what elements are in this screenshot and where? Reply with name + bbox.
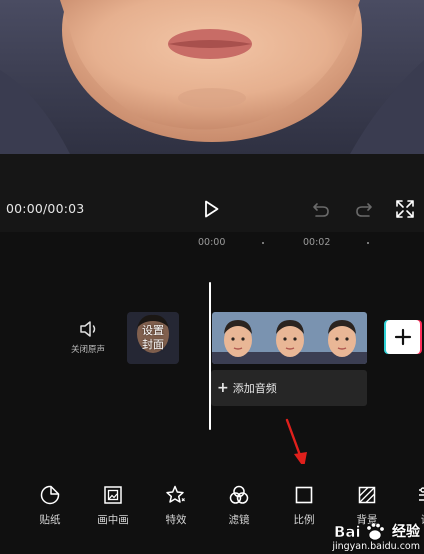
ruler-dot: [367, 242, 369, 244]
add-audio-button[interactable]: + 添加音频: [211, 370, 367, 406]
adjust-icon: [419, 487, 424, 501]
tool-label: 特效: [165, 514, 187, 526]
watermark-name: 经验: [392, 524, 420, 540]
effects-star-icon: [166, 485, 185, 503]
tool-label: 贴纸: [39, 514, 61, 526]
video-preview[interactable]: [0, 0, 424, 154]
watermark-logo: Bai 经验: [334, 520, 420, 542]
tool-label: 画中画: [97, 514, 129, 526]
picture-in-picture-icon: [104, 486, 122, 504]
tool-filter[interactable]: 滤镜: [211, 484, 267, 527]
bottom-toolbar: 贴纸 画中画 特效 滤镜 比例 背景 Bai 经验 jingyan.baidu.…: [0, 464, 424, 554]
video-editor-screen: 00:00/00:03 00:00 00:02 关闭原声 设置 封面 + 添加音…: [0, 0, 424, 554]
ruler-label-2s: 00:02: [303, 237, 331, 248]
sticker-icon: [40, 485, 60, 505]
plus-icon: [394, 328, 412, 346]
undo-icon: [313, 203, 329, 217]
tool-label: 比例: [293, 514, 315, 526]
mute-label: 关闭原声: [70, 345, 105, 355]
clip-frame: [316, 312, 367, 364]
filter-icon: [229, 485, 249, 504]
clip-frame-image: [316, 312, 367, 364]
fullscreen-icon: [396, 200, 414, 218]
plus-icon: +: [217, 380, 229, 396]
redo-icon: [356, 203, 372, 217]
ruler-label-start: 00:00: [198, 237, 226, 248]
timeline[interactable]: 00:00 00:02 关闭原声 设置 封面 + 添加音频: [0, 232, 424, 468]
clip-frame: [212, 312, 264, 364]
cover-label: 设置 封面: [127, 312, 179, 364]
baidu-jingyan-watermark: Bai 经验 jingyan.baidu.com: [332, 520, 420, 552]
fullscreen-button[interactable]: [394, 198, 416, 220]
cover-label-line2: 封面: [142, 338, 164, 351]
clip-frame-image: [264, 312, 316, 364]
clip-frame: [264, 312, 316, 364]
time-readout: 00:00/00:03: [6, 201, 85, 216]
playhead[interactable]: [209, 282, 211, 430]
tool-ratio[interactable]: 比例: [276, 484, 332, 527]
preview-frame-image: [0, 0, 424, 154]
mute-original-audio-button[interactable]: 关闭原声: [62, 320, 114, 360]
add-audio-label: 添加音频: [232, 382, 277, 395]
clip-frame-image: [212, 312, 264, 364]
undo-button[interactable]: [310, 198, 332, 220]
video-clip[interactable]: [212, 312, 367, 364]
background-icon: [358, 486, 376, 504]
redo-button[interactable]: [353, 198, 375, 220]
speaker-icon: [80, 321, 96, 337]
play-button[interactable]: [198, 196, 224, 222]
tool-sticker[interactable]: 贴纸: [22, 484, 78, 527]
baidu-paw-logo: Bai: [334, 522, 385, 541]
ratio-icon: [295, 486, 313, 504]
ruler-dot: [262, 242, 264, 244]
tool-picture-in-picture[interactable]: 画中画: [85, 484, 141, 527]
add-clip-button[interactable]: [386, 320, 420, 354]
tool-label: 滤镜: [228, 514, 250, 526]
play-icon: [205, 200, 219, 218]
cover-label-line1: 设置: [142, 324, 164, 337]
svg-text:Bai: Bai: [334, 523, 361, 541]
watermark-url: jingyan.baidu.com: [332, 541, 420, 552]
tool-effects[interactable]: 特效: [148, 484, 204, 527]
set-cover-button[interactable]: 设置 封面: [127, 312, 179, 364]
player-control-bar: 00:00/00:03: [0, 154, 424, 232]
